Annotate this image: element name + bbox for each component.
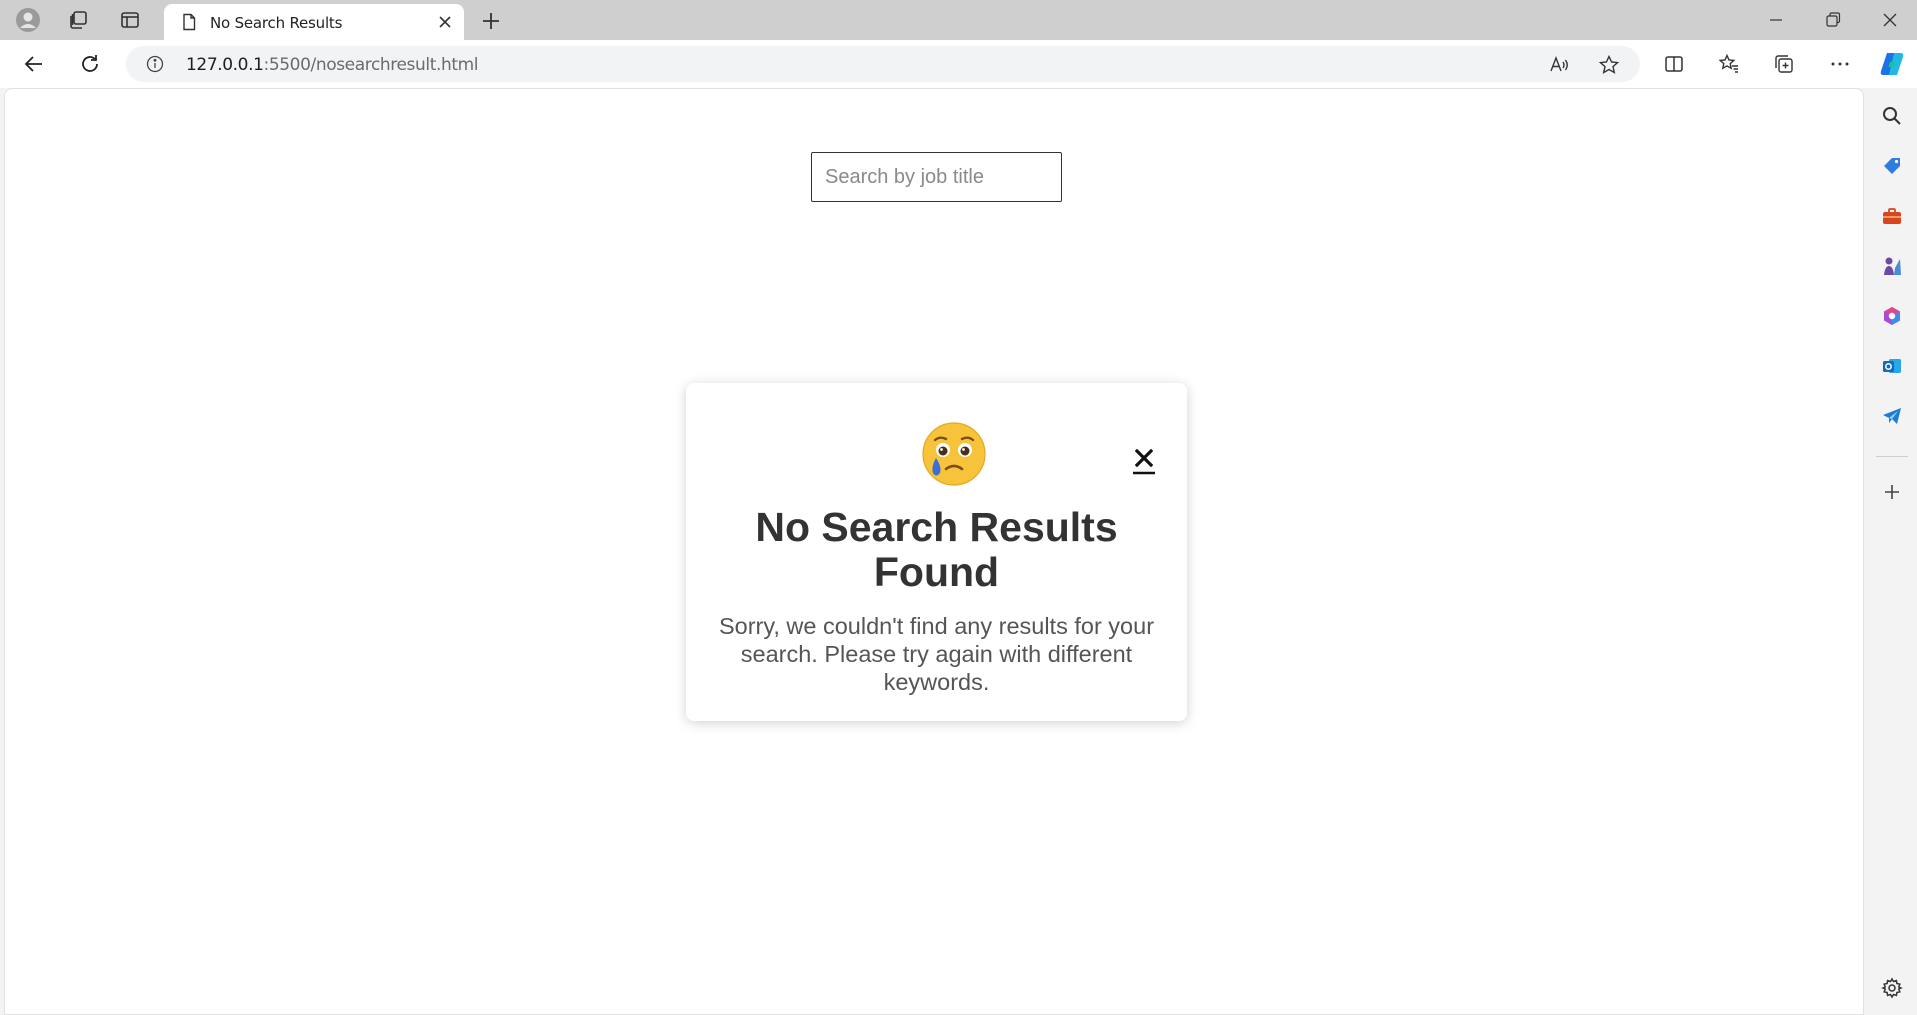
collections-icon[interactable] [1770,50,1798,78]
modal-message: Sorry, we couldn't find any results for … [718,613,1155,695]
settings-icon[interactable] [1880,976,1904,1000]
browser-titlebar: No Search Results [0,0,1917,40]
minimize-icon[interactable] [1763,7,1789,33]
refresh-icon[interactable] [76,50,104,78]
no-results-modal: No Search Results Found Sorry, we couldn… [686,383,1187,721]
new-tab-icon[interactable] [478,8,504,34]
read-aloud-icon[interactable] [1548,54,1570,76]
back-icon[interactable] [20,50,48,78]
profile-icon[interactable] [14,6,42,34]
url-host: 127.0.0.1 [186,55,264,75]
close-icon[interactable] [436,13,454,31]
split-screen-icon[interactable] [1660,50,1688,78]
search-icon[interactable] [1880,104,1904,128]
workspaces-icon[interactable] [64,6,92,34]
url-text[interactable]: 127.0.0.1:5500/nosearchresult.html [186,55,479,75]
modal-title: No Search Results Found [755,504,1118,595]
job-title-search-input[interactable] [811,152,1062,202]
copilot-icon[interactable] [1878,50,1906,78]
microsoft365-icon[interactable] [1880,304,1904,328]
sad-tear-emoji-icon [922,422,986,486]
page-viewport: No Search Results Found Sorry, we couldn… [4,88,1864,1015]
active-tab[interactable]: No Search Results [164,4,464,40]
sidebar-divider [1876,456,1908,457]
more-icon[interactable] [1826,50,1854,78]
tools-icon[interactable] [1880,204,1904,228]
favorite-star-icon[interactable] [1598,54,1620,76]
shopping-tag-icon[interactable] [1880,154,1904,178]
close-icon [1133,448,1155,475]
browser-sidebar [1866,88,1917,1015]
tab-title: No Search Results [210,14,343,32]
vertical-tabs-icon[interactable] [116,6,144,34]
info-icon[interactable] [146,55,164,73]
add-icon[interactable] [1880,480,1904,504]
favorites-icon[interactable] [1715,50,1743,78]
window-close-icon[interactable] [1877,7,1903,33]
games-icon[interactable] [1880,254,1904,278]
outlook-icon[interactable] [1880,354,1904,378]
url-path: :5500/nosearchresult.html [263,55,479,75]
browser-toolbar: 127.0.0.1:5500/nosearchresult.html [0,40,1917,88]
telegram-icon[interactable] [1880,404,1904,428]
modal-close-button[interactable] [1131,445,1157,475]
restore-icon[interactable] [1820,7,1846,33]
page-icon [183,13,196,31]
address-bar[interactable]: 127.0.0.1:5500/nosearchresult.html [126,46,1640,82]
